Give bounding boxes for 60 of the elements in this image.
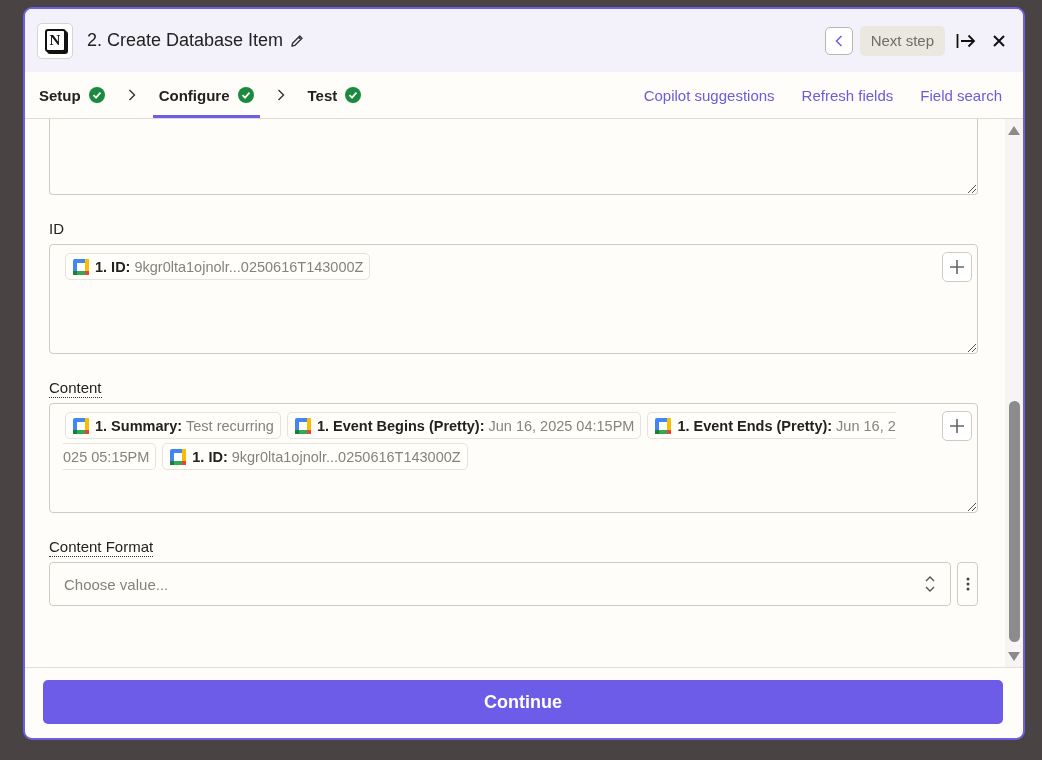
field-token[interactable]: 025 05:15PM <box>63 443 157 470</box>
field-label: Content Format <box>49 538 154 557</box>
chevron-up-down-icon <box>925 575 935 593</box>
scrollbar-thumb[interactable] <box>1008 401 1020 642</box>
textarea-field[interactable]: 1. ID: 9kgr0lta1ojnolr...0250616T143000Z <box>49 244 978 354</box>
back-button[interactable] <box>824 26 853 55</box>
calendar-icon <box>294 417 311 434</box>
select-field[interactable]: Choose value... <box>49 562 951 606</box>
token-value: Jun 16, 2 <box>836 417 896 434</box>
field-token[interactable]: 1. Summary: Test recurring <box>65 412 281 439</box>
add-button[interactable] <box>942 252 972 282</box>
triangle-down-icon[interactable] <box>1008 652 1020 661</box>
close-icon <box>993 34 1005 47</box>
plus-icon <box>950 260 964 274</box>
token-label: 1. Event Begins (Pretty): <box>316 417 485 434</box>
arrow-right-bar-icon <box>956 32 976 49</box>
add-button[interactable] <box>942 411 972 441</box>
continue-button[interactable]: Continue <box>43 680 1003 724</box>
calendar-icon <box>655 417 672 434</box>
field-token[interactable]: 1. ID: 9kgr0lta1ojnolr...0250616T143000Z <box>65 253 371 280</box>
calendar-icon <box>73 417 89 434</box>
token-label: 1. Summary: <box>95 417 183 434</box>
token-value: 025 05:15PM <box>63 448 150 465</box>
token-label: 1. ID: <box>192 448 228 465</box>
vertical-dots-icon <box>965 577 970 591</box>
step-tab[interactable]: Setup <box>33 72 111 118</box>
textarea-field[interactable] <box>49 119 978 195</box>
step-tab[interactable]: Test <box>301 72 368 118</box>
token-value: 9kgr0lta1ojnolr...0250616T143000Z <box>134 258 364 275</box>
token-label: 1. Event Ends (Pretty): <box>677 417 833 434</box>
token-value: 9kgr0lta1ojnolr...0250616T143000Z <box>231 448 461 465</box>
step-tab[interactable]: Configure <box>152 72 260 118</box>
chevron-right-icon <box>276 89 285 101</box>
resize-handle-icon[interactable] <box>968 185 976 193</box>
triangle-up-icon[interactable] <box>1008 126 1020 135</box>
calendar-icon <box>170 448 187 465</box>
field-token[interactable]: 1. ID: 9kgr0lta1ojnolr...0250616T143000Z <box>162 443 468 470</box>
close-button[interactable] <box>993 34 1005 47</box>
field-label: Content <box>49 379 102 398</box>
resize-handle-icon[interactable] <box>968 344 976 352</box>
toolbar-link[interactable]: Field search <box>920 86 1002 104</box>
field-label: ID <box>49 220 64 237</box>
field-token[interactable]: 1. Event Begins (Pretty): Jun 16, 2025 04:15PM <box>286 412 642 439</box>
plus-icon <box>950 419 964 433</box>
token-value: Jun 16, 2025 04:15PM <box>488 417 635 434</box>
chevron-right-icon <box>127 89 136 101</box>
step-title: 2. Create Database Item <box>87 30 284 51</box>
scrollbar[interactable] <box>1005 119 1023 667</box>
resize-handle-icon[interactable] <box>968 503 976 511</box>
textarea-field[interactable]: 1. Summary: Test recurring 1. Event Begins (Pretty): Jun 16, 2025 04:15PM 1. Event Ends (Pretty): Jun 16, 2 025 05:15PM 1. ID: 9kgr0lta1ojnolr...0250616T143000Z <box>49 403 978 513</box>
chevron-left-icon <box>834 34 843 47</box>
collapse-button[interactable] <box>956 32 976 49</box>
token-value: Test recurring <box>186 417 274 434</box>
app-logo: N <box>37 22 73 59</box>
field-token[interactable]: 1. Event Ends (Pretty): Jun 16, 2 <box>647 412 896 439</box>
toolbar-link[interactable]: Refresh fields <box>801 86 894 104</box>
token-label: 1. ID: <box>95 258 131 275</box>
toolbar-link[interactable]: Copilot suggestions <box>643 86 775 104</box>
pencil-icon[interactable] <box>290 33 305 48</box>
calendar-icon <box>73 258 89 275</box>
